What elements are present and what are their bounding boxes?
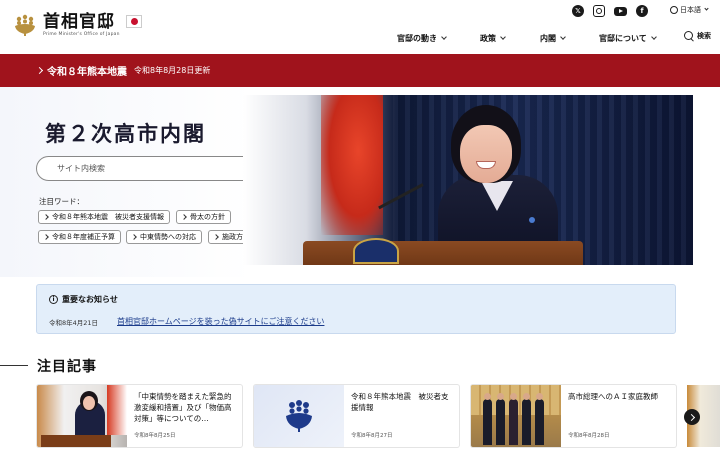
carousel-next-button[interactable]: [684, 409, 700, 425]
thumb-person-face: [83, 396, 95, 410]
section-divider: [0, 365, 28, 366]
nav-item-policy[interactable]: 政策: [480, 33, 506, 44]
globe-icon: [670, 6, 678, 14]
facebook-icon[interactable]: f: [636, 5, 648, 17]
nav-item-cabinet[interactable]: 内閣: [540, 33, 566, 44]
card-title: 高市総理へのＡＩ家庭教師: [568, 392, 658, 401]
social-links: 𝕏 f: [572, 5, 648, 17]
card-title: 令和８年熊本地震 被災者支援情報: [351, 392, 449, 412]
thumb-person: [483, 393, 492, 445]
thumb-person: [522, 393, 531, 445]
keyword-link[interactable]: 令和８年熊本地震 被災者支援情報: [38, 210, 170, 224]
card-thumbnail: [471, 385, 561, 447]
card-thumbnail: [37, 385, 127, 447]
photo-flag: [321, 95, 383, 235]
x-icon[interactable]: 𝕏: [572, 5, 584, 17]
language-label: 日本語: [680, 6, 701, 14]
logo-english: Prime Minister's Office of Japan: [43, 32, 120, 37]
alert-updated: 令和8年8月28日更新: [134, 66, 211, 75]
chevron-right-icon: [35, 66, 44, 75]
nav-label: 官邸について: [599, 34, 647, 43]
nav-item-activities[interactable]: 官邸の動き: [397, 33, 447, 44]
card-date: 令和8年8月27日: [351, 433, 393, 439]
card-thumbnail: [254, 385, 344, 447]
chevron-down-icon: [704, 6, 709, 11]
nav-label: 政策: [480, 34, 496, 43]
paulownia-crest-icon: [286, 400, 312, 432]
language-selector[interactable]: 日本語: [670, 5, 709, 15]
card-title: 「中東情勢を踏まえた緊急的激変緩和措置」及び「物価高対策」等についての…: [134, 392, 232, 423]
header-search-button[interactable]: 検索: [684, 31, 711, 41]
search-label: 検索: [697, 32, 711, 40]
logo-text: 首相官邸 Prime Minister's Office of Japan: [43, 13, 120, 37]
keywords-label: 注目ワード：: [39, 197, 84, 206]
cabinet-title: 第２次高市内閣: [45, 121, 206, 146]
alert-title: 令和８年熊本地震: [47, 67, 127, 78]
nav-label: 官邸の動き: [397, 34, 437, 43]
chevron-down-icon: [441, 34, 447, 40]
featured-card[interactable]: 「中東情勢を踏まえた緊急的激変緩和措置」及び「物価高対策」等についての… 令和8…: [37, 385, 242, 447]
thumb-flag: [107, 385, 127, 435]
keyword-link[interactable]: 中東情勢への対応: [126, 230, 202, 244]
photo-person-face: [460, 125, 512, 183]
site-logo[interactable]: 首相官邸 Prime Minister's Office of Japan: [12, 12, 142, 38]
thumb-podium: [41, 435, 111, 447]
chevron-down-icon: [650, 34, 657, 40]
photo-podium-seal: [353, 238, 399, 264]
thumb-person: [535, 393, 544, 445]
site-search-input[interactable]: [57, 164, 247, 173]
thumb-person: [509, 393, 518, 445]
info-icon: i: [49, 295, 58, 304]
featured-card[interactable]: 令和８年熊本地震 被災者支援情報 令和8年8月27日: [254, 385, 459, 447]
japan-flag-icon: [125, 14, 142, 28]
card-date: 令和8年8月25日: [134, 433, 176, 439]
nav-label: 内閣: [540, 34, 556, 43]
youtube-icon[interactable]: [614, 6, 627, 16]
site-header: 首相官邸 Prime Minister's Office of Japan 𝕏 …: [0, 0, 720, 54]
photo-podium: [303, 241, 583, 265]
chevron-down-icon: [560, 34, 566, 40]
chevron-down-icon: [500, 34, 506, 40]
notice-link[interactable]: 首相官邸ホームページを装った偽サイトにご注意ください: [117, 316, 324, 327]
instagram-icon[interactable]: [593, 5, 605, 17]
important-notice: i 重要なお知らせ 令和8年4月21日 首相官邸ホームページを装った偽サイトにご…: [36, 284, 676, 334]
search-icon: [684, 31, 694, 41]
hero-photo: [243, 95, 693, 265]
notice-heading-text: 重要なお知らせ: [62, 295, 118, 304]
thumb-person: [496, 393, 505, 445]
nav-item-about[interactable]: 官邸について: [599, 33, 657, 44]
notice-heading: i 重要なお知らせ: [49, 294, 118, 305]
featured-card[interactable]: 高市総理へのＡＩ家庭教師 令和8年8月28日: [471, 385, 676, 447]
alert-title-link[interactable]: 令和８年熊本地震: [35, 63, 127, 78]
site-search-box: [36, 156, 276, 181]
emergency-alert-bar[interactable]: 令和８年熊本地震 令和8年8月28日更新: [0, 54, 720, 87]
logo-japanese: 首相官邸: [43, 12, 115, 32]
photo-lapel-pin: [529, 217, 535, 223]
card-date: 令和8年8月28日: [568, 433, 610, 439]
keyword-link[interactable]: 令和８年度補正予算: [38, 230, 121, 244]
keyword-link[interactable]: 骨太の方針: [176, 210, 231, 224]
featured-title: 注目記事: [37, 359, 97, 375]
notice-date: 令和8年4月21日: [49, 319, 99, 327]
paulownia-crest-icon: [15, 14, 35, 36]
